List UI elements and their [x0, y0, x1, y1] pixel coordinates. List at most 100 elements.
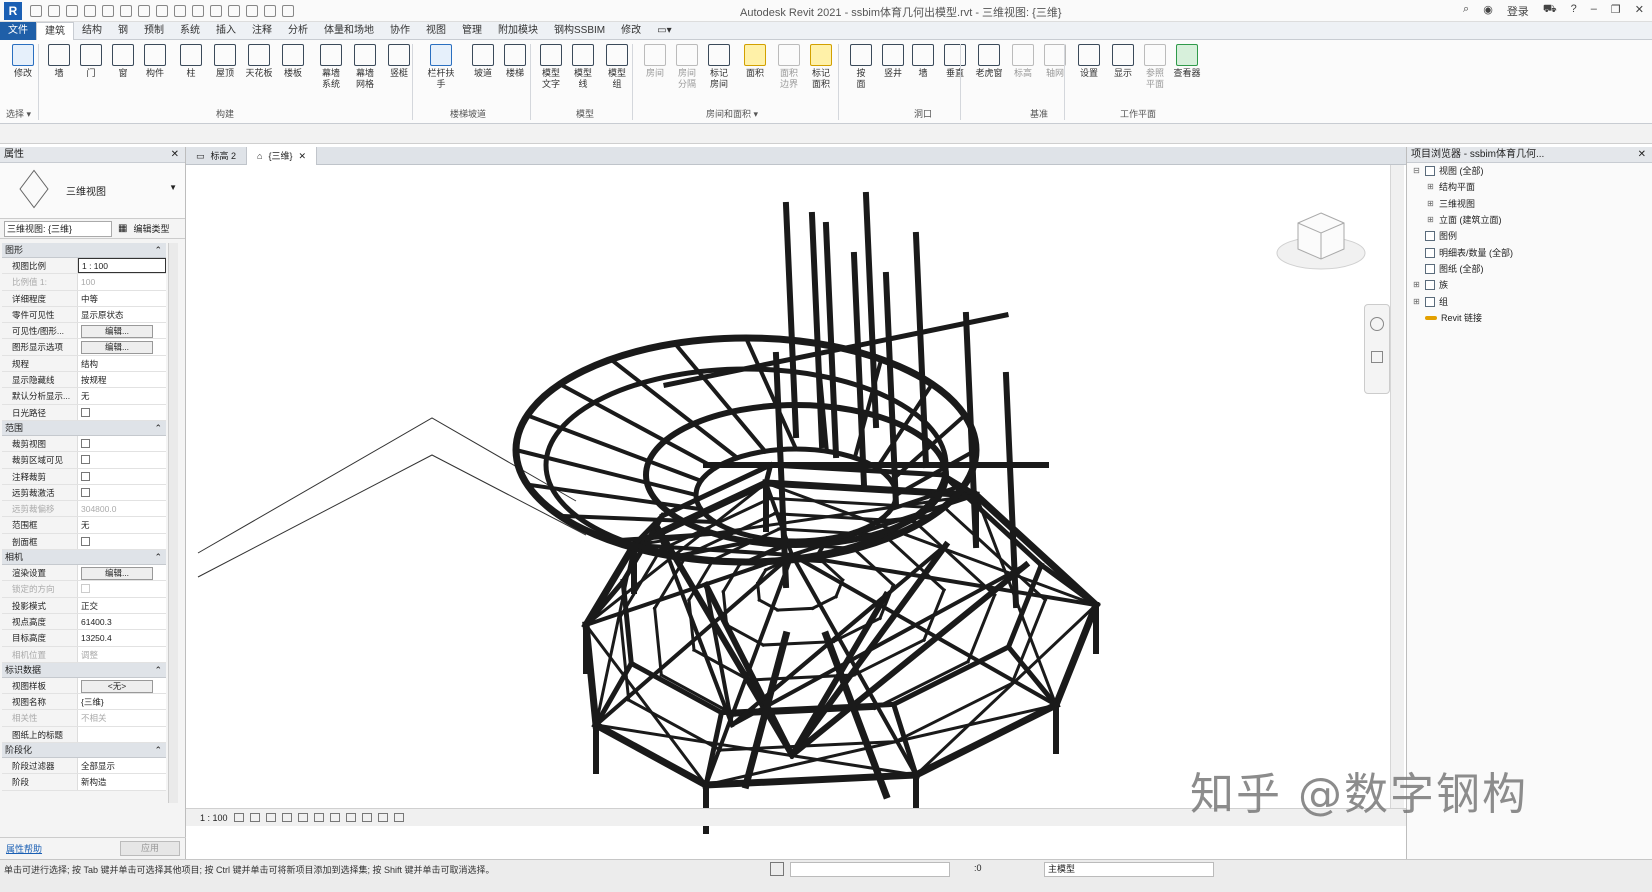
- property-value[interactable]: [78, 726, 166, 743]
- property-value[interactable]: 61400.3: [78, 613, 166, 630]
- chevron-down-icon[interactable]: ▼: [169, 183, 177, 192]
- property-value[interactable]: <无>: [78, 677, 166, 694]
- property-value[interactable]: [78, 533, 166, 550]
- expand-toggle-icon[interactable]: ⊞: [1413, 277, 1421, 293]
- close-icon[interactable]: ✕: [1638, 147, 1646, 163]
- steel-member[interactable]: [743, 335, 799, 452]
- 3d-view-icon[interactable]: [210, 4, 222, 17]
- tab-14[interactable]: 钢构SSBIM: [546, 22, 613, 40]
- undo-icon[interactable]: [84, 4, 96, 17]
- steel-member[interactable]: [911, 700, 1061, 780]
- tab-12[interactable]: 管理: [454, 22, 490, 40]
- tab-10[interactable]: 协作: [382, 22, 418, 40]
- ribbon-button-27[interactable]: 垂直: [940, 44, 970, 79]
- thin-lines-icon[interactable]: [246, 4, 258, 17]
- crop-icon[interactable]: [313, 813, 324, 822]
- redo-icon[interactable]: [102, 4, 114, 17]
- steel-member[interactable]: [782, 201, 800, 439]
- viewport-vertical-scrollbar[interactable]: [1390, 165, 1404, 821]
- section-icon[interactable]: [228, 4, 240, 17]
- analytical-model-icon[interactable]: [393, 813, 404, 822]
- apply-button[interactable]: 应用: [120, 841, 180, 856]
- render-icon[interactable]: [297, 813, 308, 822]
- property-checkbox[interactable]: [81, 471, 90, 481]
- ribbon-group-label[interactable]: 选择 ▾: [6, 107, 31, 120]
- property-value[interactable]: 按规程: [78, 372, 166, 388]
- tab-11[interactable]: 视图: [418, 22, 454, 40]
- ribbon-button-9[interactable]: 幕墙 系统: [316, 44, 346, 90]
- property-checkbox[interactable]: [81, 438, 90, 448]
- property-value[interactable]: [78, 484, 166, 501]
- ribbon-button-25[interactable]: 竖井: [878, 44, 908, 79]
- ribbon-button-19[interactable]: 房间 分隔: [672, 44, 702, 90]
- ribbon-button-15[interactable]: 模型 文字: [536, 44, 566, 90]
- text-icon[interactable]: [192, 4, 204, 17]
- steel-member[interactable]: [808, 211, 826, 449]
- open-icon[interactable]: [30, 4, 42, 17]
- browser-item[interactable]: ⊞ 三维视图: [1413, 196, 1513, 212]
- property-value[interactable]: [78, 581, 166, 597]
- steel-member[interactable]: [1051, 600, 1101, 710]
- ribbon-button-16[interactable]: 模型 线: [568, 44, 598, 90]
- restore-icon[interactable]: ❐: [1611, 3, 1621, 19]
- close-icon[interactable]: ✕: [1635, 3, 1644, 19]
- property-value[interactable]: 编辑...: [78, 323, 166, 339]
- property-value[interactable]: 正交: [78, 597, 166, 613]
- tab-3[interactable]: 钢: [110, 22, 136, 40]
- property-value[interactable]: 1 : 100: [78, 258, 166, 274]
- tab-6[interactable]: 插入: [208, 22, 244, 40]
- tab-8[interactable]: 分析: [280, 22, 316, 40]
- ribbon-button-12[interactable]: 栏杆扶手: [426, 44, 456, 90]
- tab-1[interactable]: 建筑: [36, 21, 74, 40]
- steel-member[interactable]: [872, 659, 971, 711]
- ribbon-button-3[interactable]: 窗: [108, 44, 138, 79]
- property-value[interactable]: 13250.4: [78, 630, 166, 646]
- lock-icon[interactable]: [345, 813, 356, 822]
- sync-icon[interactable]: [66, 4, 78, 17]
- ribbon-button-29[interactable]: 标高: [1008, 44, 1038, 79]
- browser-item[interactable]: ⊞ 立面 (建筑立面): [1413, 212, 1513, 228]
- edit-type-button[interactable]: 编辑类型: [133, 222, 169, 235]
- expand-toggle-icon[interactable]: ⊟: [1413, 163, 1421, 179]
- ribbon-button-8[interactable]: 楼板: [278, 44, 308, 79]
- minimize-icon[interactable]: –: [1591, 3, 1597, 19]
- steel-member[interactable]: [756, 581, 761, 602]
- close-icon[interactable]: ✕: [298, 147, 306, 165]
- ribbon-button-28[interactable]: 老虎窗: [974, 44, 1004, 79]
- property-value[interactable]: 无: [78, 517, 166, 533]
- browser-item[interactable]: 图纸 (全部): [1413, 261, 1513, 277]
- tab-0[interactable]: 文件: [0, 21, 36, 40]
- property-value[interactable]: [78, 435, 166, 452]
- ribbon-button-21[interactable]: 面积: [740, 44, 770, 79]
- type-selector[interactable]: 三维视图 ▼: [0, 163, 185, 219]
- browser-item[interactable]: Revit 链接: [1413, 310, 1513, 326]
- property-checkbox[interactable]: [81, 536, 90, 546]
- sun-path-icon[interactable]: [265, 813, 276, 822]
- ribbon-group-label[interactable]: 房间和面积 ▾: [706, 107, 758, 120]
- property-value[interactable]: 编辑...: [78, 565, 166, 581]
- temp-hide-icon[interactable]: [361, 813, 372, 822]
- design-option-selector[interactable]: 主模型: [1044, 862, 1214, 877]
- property-checkbox[interactable]: [81, 407, 90, 417]
- ribbon-button-0[interactable]: 修改: [8, 44, 38, 79]
- steering-wheel-icon[interactable]: [1370, 317, 1384, 331]
- ribbon-button-4[interactable]: 构件: [140, 44, 170, 79]
- steel-structure-model[interactable]: [186, 165, 1406, 845]
- property-value[interactable]: 编辑...: [78, 339, 166, 355]
- user-icon[interactable]: ◉: [1483, 3, 1493, 19]
- browser-item[interactable]: ⊟ 视图 (全部): [1413, 163, 1513, 179]
- steel-member[interactable]: [912, 519, 997, 598]
- tab-15[interactable]: 修改: [613, 22, 649, 40]
- close-icon[interactable]: ✕: [171, 147, 179, 163]
- collapse-icon[interactable]: ⌃: [154, 243, 162, 258]
- shadows-icon[interactable]: [281, 813, 292, 822]
- tab-4[interactable]: 预制: [136, 22, 172, 40]
- switch-windows-icon[interactable]: [282, 4, 294, 17]
- worksets-icon[interactable]: [770, 862, 784, 876]
- property-value[interactable]: 全部显示: [78, 758, 166, 774]
- instance-selector[interactable]: 三维视图: {三维}: [4, 220, 112, 237]
- ribbon-button-5[interactable]: 柱: [176, 44, 206, 79]
- show-crop-icon[interactable]: [329, 813, 340, 822]
- collapse-icon[interactable]: ⌃: [154, 663, 162, 678]
- collapse-icon[interactable]: ⌃: [154, 550, 162, 565]
